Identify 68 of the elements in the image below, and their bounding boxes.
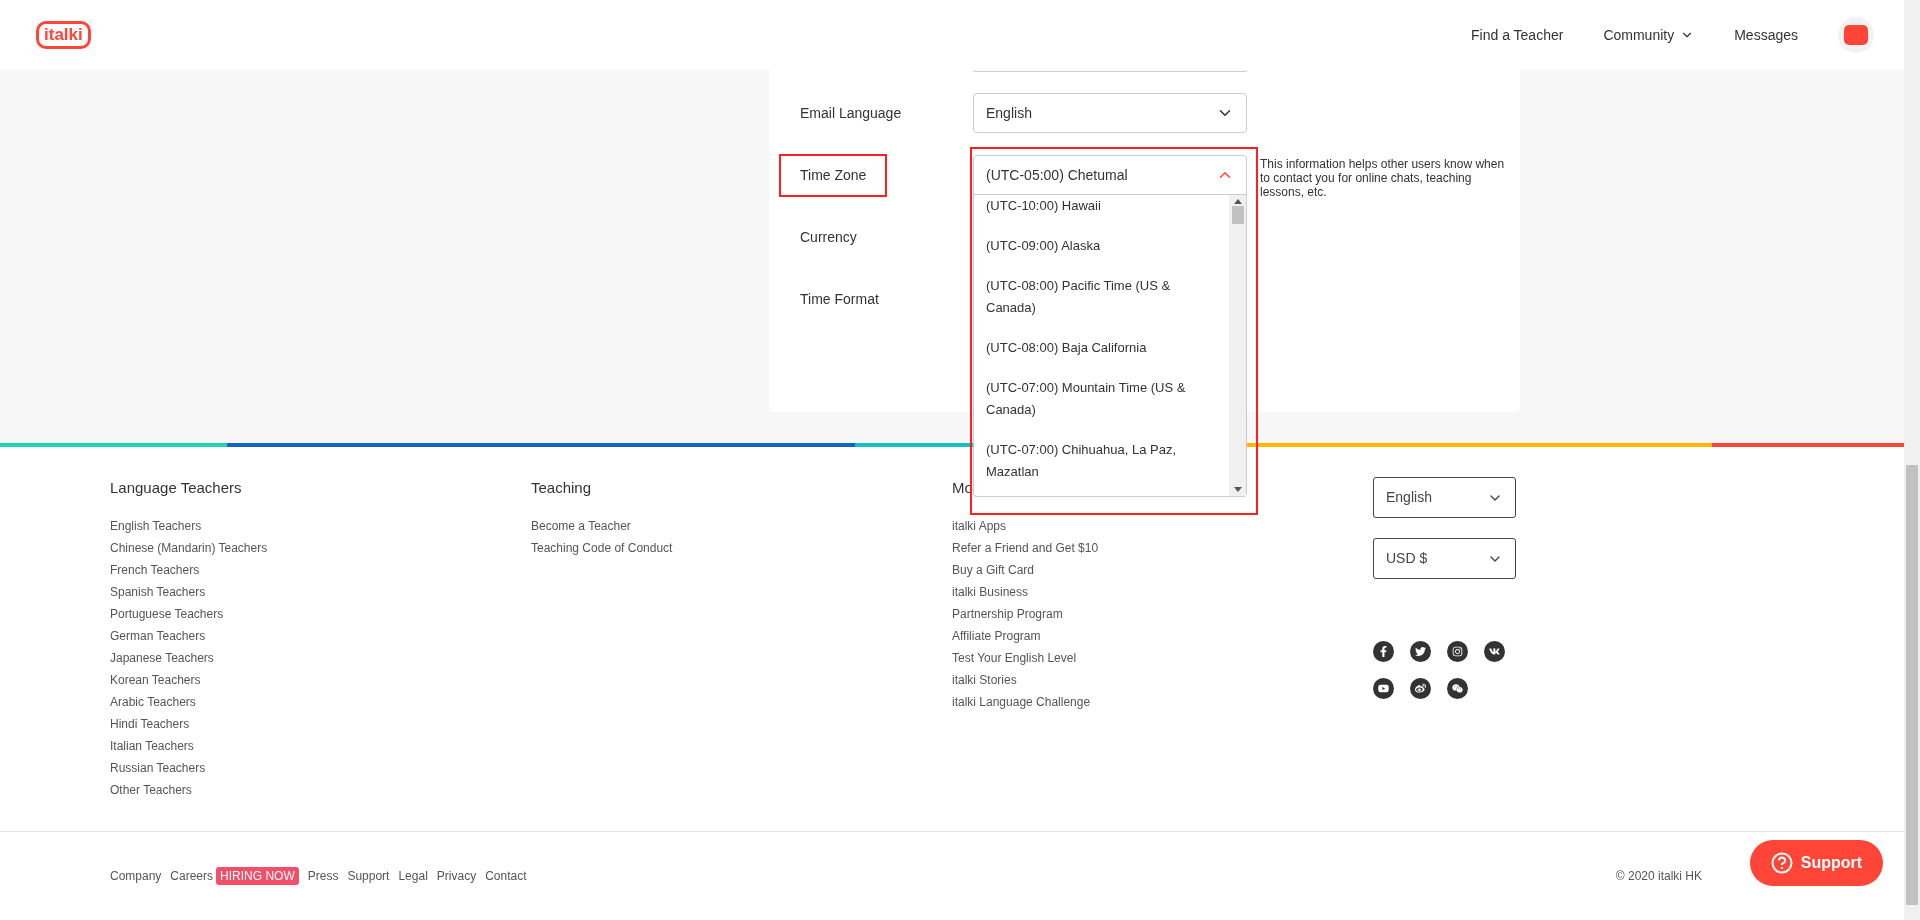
select-field[interactable]: (UTC-05:00) Chetumal [973, 155, 1247, 195]
scroll-down-icon[interactable] [1233, 487, 1242, 492]
footer-link[interactable]: Support [347, 866, 390, 885]
footer-link[interactable]: Arabic Teachers [110, 691, 196, 713]
footer-link[interactable]: English Teachers [110, 515, 202, 537]
field-label: Time Format [800, 289, 879, 309]
scroll-thumb[interactable] [1231, 206, 1244, 224]
footer-link[interactable]: italki Stories [952, 669, 1017, 691]
footer-link[interactable]: italki Business [952, 581, 1029, 603]
facebook-icon[interactable] [1373, 641, 1394, 662]
footer-link[interactable]: Careers [170, 866, 214, 885]
column-heading: Teaching [531, 478, 593, 498]
footer-link[interactable]: Become a Teacher [531, 515, 631, 537]
footer-link[interactable]: Company [110, 866, 162, 885]
footer-link[interactable]: italki Language Challenge [952, 691, 1091, 713]
youtube-icon[interactable] [1373, 678, 1394, 699]
field-label: Time Zone [779, 153, 888, 197]
help-icon [1770, 852, 1793, 874]
help-text: This information helps other users know when to contact you for online chats, teaching lessons, etc. [1260, 157, 1506, 199]
field-label: Currency [800, 227, 857, 247]
instagram-icon[interactable] [1447, 641, 1468, 662]
footer-link[interactable]: Italian Teachers [110, 735, 194, 757]
dropdown-option[interactable]: (UTC-07:00) Chihuahua, La Paz, Mazatlan [974, 430, 1229, 492]
wechat-icon[interactable] [1447, 678, 1468, 699]
field-label: Email Language [800, 103, 902, 123]
footer-link[interactable]: Affiliate Program [952, 625, 1041, 647]
scroll-thumb[interactable] [1906, 465, 1918, 905]
footer-link[interactable]: Teaching Code of Conduct [531, 537, 673, 559]
nav-link[interactable]: Messages [1734, 24, 1798, 46]
footer-link[interactable]: Chinese (Mandarin) Teachers [110, 537, 268, 559]
footer-link[interactable]: Portuguese Teachers [110, 603, 224, 625]
weibo-icon[interactable] [1410, 678, 1431, 699]
dropdown-option[interactable]: (UTC-08:00) Pacific Time (US & Canada) [974, 266, 1229, 328]
footer-link[interactable]: Test Your English Level [952, 647, 1077, 669]
hiring-badge: HIRING NOW [216, 866, 299, 885]
nav-link[interactable]: Community [1603, 24, 1695, 46]
footer-link[interactable]: Japanese Teachers [110, 647, 214, 669]
footer-link[interactable]: French Teachers [110, 559, 200, 581]
scroll-up-icon[interactable] [1233, 199, 1242, 204]
dropdown-option[interactable]: (UTC-10:00) Hawaii [974, 195, 1229, 226]
dropdown-option[interactable]: (UTC-08:00) Baja California [974, 328, 1229, 368]
select-field[interactable]: USD $ [1373, 538, 1516, 579]
copyright-text: © 2020 italki HK [1615, 867, 1702, 885]
footer-link[interactable]: Russian Teachers [110, 757, 206, 779]
vk-icon[interactable] [1484, 641, 1505, 662]
dropdown-option[interactable]: (UTC-09:00) Alaska [974, 226, 1229, 266]
footer-link[interactable]: Buy a Gift Card [952, 559, 1035, 581]
footer-link[interactable]: Korean Teachers [110, 669, 201, 691]
footer-link[interactable]: Press [307, 866, 339, 885]
footer-link[interactable]: Privacy [436, 866, 477, 885]
footer-link[interactable]: German Teachers [110, 625, 206, 647]
footer-link[interactable]: Partnership Program [952, 603, 1063, 625]
footer-link[interactable]: Spanish Teachers [110, 581, 206, 603]
select-field[interactable]: English [1373, 477, 1516, 518]
footer-link[interactable]: Refer a Friend and Get $10 [952, 537, 1099, 559]
scrollbar[interactable] [1904, 0, 1920, 920]
twitter-icon[interactable] [1410, 641, 1431, 662]
scrollbar[interactable] [1229, 195, 1246, 496]
footer-link[interactable]: Contact [485, 866, 527, 885]
footer-link[interactable]: Hindi Teachers [110, 713, 190, 735]
footer-link[interactable]: Other Teachers [110, 779, 192, 801]
column-heading: Language Teachers [110, 478, 243, 498]
dropdown-option[interactable]: (UTC-07:00) Mountain Time (US & Canada) [974, 368, 1229, 430]
avatar[interactable] [1838, 17, 1874, 53]
nav-link[interactable]: Find a Teacher [1471, 24, 1564, 46]
footer-link[interactable]: italki Apps [952, 515, 1007, 537]
select-field[interactable]: English [973, 93, 1247, 133]
footer-link[interactable]: Legal [398, 866, 428, 885]
